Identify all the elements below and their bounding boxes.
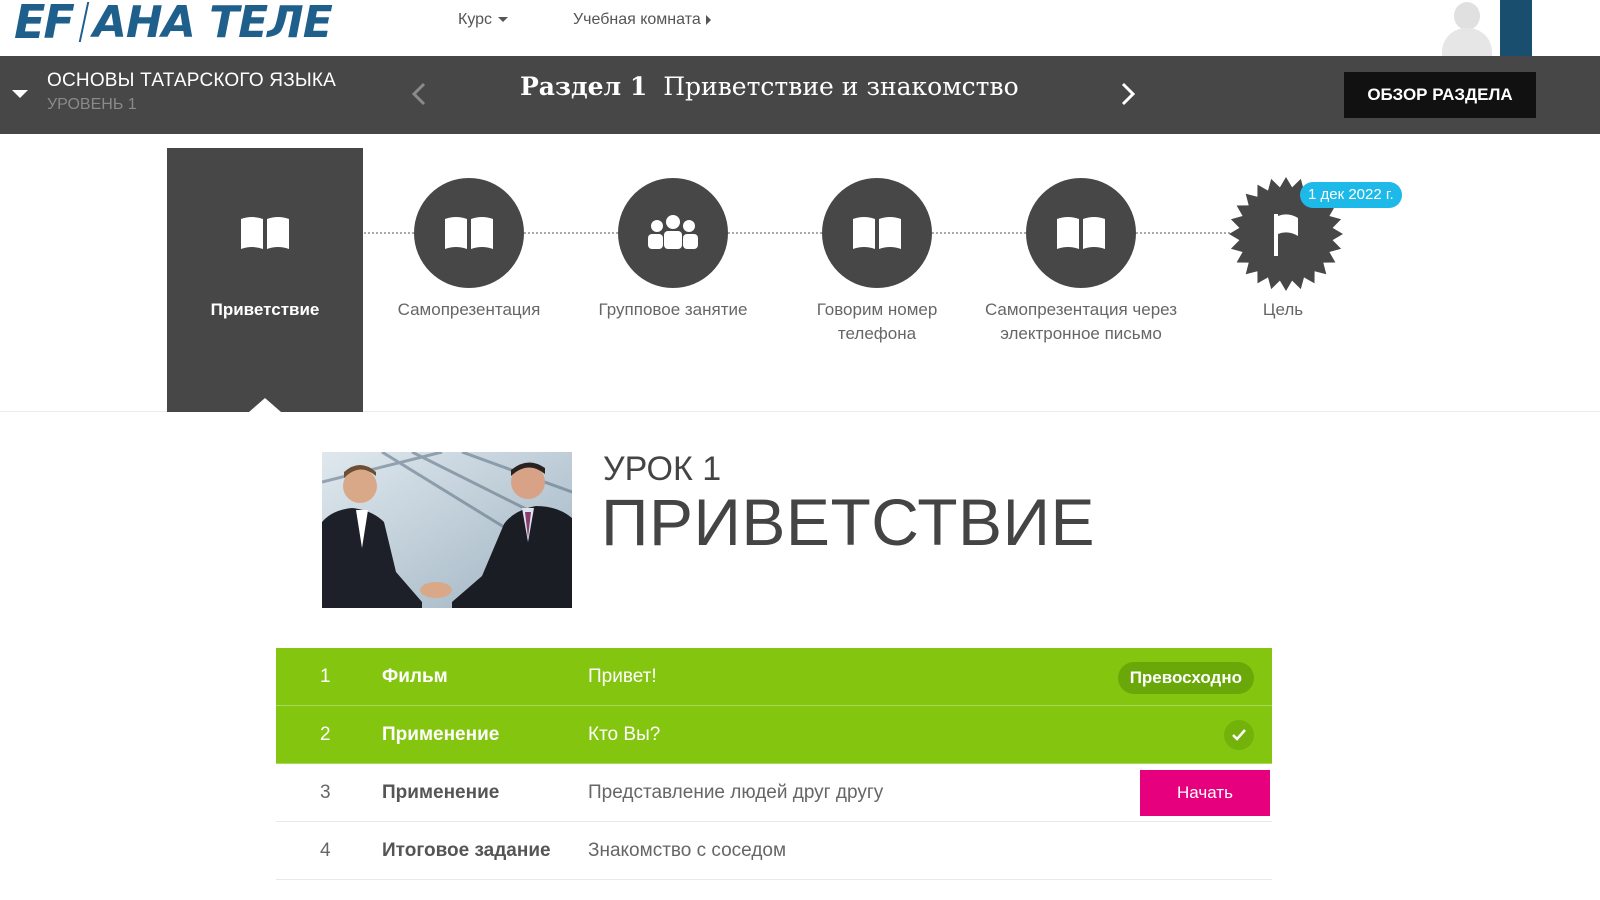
step-label: Самопрезентация через электронное письмо — [984, 300, 1178, 343]
unit-overview-button[interactable]: ОБЗОР РАЗДЕЛА — [1344, 72, 1536, 118]
previous-unit-button[interactable] — [402, 76, 438, 112]
book-icon — [241, 217, 289, 249]
step-icon-circle — [414, 178, 524, 288]
activity-type: Применение — [382, 724, 500, 745]
avatar-body-shape — [1442, 28, 1492, 56]
step-icon-circle — [618, 178, 728, 288]
step-label: Самопрезентация — [397, 300, 541, 319]
goal-date-badge: 1 дек 2022 г. — [1300, 182, 1402, 208]
unit-label: Раздел 1 — [520, 72, 648, 101]
activities-list: 1 Фильм Привет! Превосходно 2 Применение… — [276, 648, 1272, 880]
step-icon-circle — [822, 178, 932, 288]
top-bar: EF АНА ТЕЛЕ Курс Учебная комната — [0, 0, 1600, 56]
activity-name: Привет! — [588, 666, 657, 687]
ef-logo[interactable]: EF АНА ТЕЛЕ — [14, 0, 333, 49]
step-label: Групповое занятие — [598, 300, 748, 319]
start-button[interactable]: Начать — [1140, 770, 1270, 816]
logo-ef-text: EF — [14, 0, 75, 49]
book-icon — [853, 217, 901, 249]
step-label: Приветствие — [210, 300, 320, 319]
avatar-head-shape — [1454, 2, 1480, 30]
course-title: ОСНОВЫ ТАТАРСКОГО ЯЗЫКА — [47, 70, 337, 91]
unit-title: Приветствие и знакомство — [663, 72, 1019, 101]
step-phone-number[interactable]: Говорим номер телефона — [779, 148, 975, 412]
activity-row[interactable]: 4 Итоговое задание Знакомство с соседом — [276, 822, 1272, 880]
logo-separator — [78, 2, 90, 42]
classroom-menu[interactable]: Учебная комната — [573, 11, 711, 29]
activity-number: 2 — [320, 724, 331, 745]
unit-bar: ОСНОВЫ ТАТАРСКОГО ЯЗЫКА УРОВЕНЬ 1 Раздел… — [0, 56, 1600, 134]
activity-row[interactable]: 2 Применение Кто Вы? — [276, 706, 1272, 764]
activity-type: Применение — [382, 782, 500, 803]
avatar[interactable] — [1436, 0, 1496, 56]
completed-check-icon — [1224, 720, 1254, 750]
book-icon — [445, 217, 493, 249]
lesson-title: ПРИВЕТСТВИЕ — [601, 485, 1096, 559]
classroom-menu-label: Учебная комната — [573, 11, 701, 28]
step-icon-circle — [210, 178, 320, 288]
activity-number: 4 — [320, 840, 331, 861]
course-level: УРОВЕНЬ 1 — [47, 96, 137, 113]
step-group-session[interactable]: Групповое занятие — [575, 148, 771, 412]
activity-number: 3 — [320, 782, 331, 803]
chevron-right-icon — [705, 14, 711, 25]
course-menu-label: Курс — [458, 11, 493, 28]
activity-type: Итоговое задание — [382, 840, 551, 861]
group-icon — [648, 215, 698, 249]
step-icon-circle — [1026, 178, 1136, 288]
activity-row[interactable]: 1 Фильм Привет! Превосходно — [276, 648, 1272, 706]
chevron-right-icon — [1121, 82, 1136, 106]
step-self-presentation[interactable]: Самопрезентация — [371, 148, 567, 412]
activity-number: 1 — [320, 666, 331, 687]
activity-name: Кто Вы? — [588, 724, 661, 745]
course-dropdown-icon[interactable] — [12, 90, 28, 98]
course-menu[interactable]: Курс — [458, 11, 509, 29]
activity-type: Фильм — [382, 666, 448, 687]
activity-row[interactable]: 3 Применение Представление людей друг др… — [276, 764, 1272, 822]
score-badge: Превосходно — [1117, 662, 1254, 694]
lesson-photo — [322, 452, 572, 608]
next-unit-button[interactable] — [1110, 76, 1146, 112]
chevron-left-icon — [411, 82, 426, 106]
logo-product-name: АНА ТЕЛЕ — [92, 0, 333, 48]
user-menu-tab[interactable] — [1500, 0, 1532, 56]
activity-name: Знакомство с соседом — [588, 840, 787, 861]
handshake-photo — [322, 452, 572, 608]
activity-name: Представление людей друг другу — [588, 782, 884, 803]
step-greeting[interactable]: Приветствие — [167, 148, 363, 412]
step-label: Цель — [1262, 300, 1304, 319]
book-icon — [1057, 217, 1105, 249]
chevron-down-icon — [498, 17, 509, 23]
lesson-steps: Приветствие Самопрезентация Групповое за… — [0, 134, 1600, 412]
unit-heading: Раздел 1 Приветствие и знакомство — [520, 72, 1019, 101]
step-email-presentation[interactable]: Самопрезентация через электронное письмо — [983, 148, 1179, 412]
step-label: Говорим номер телефона — [816, 300, 938, 343]
